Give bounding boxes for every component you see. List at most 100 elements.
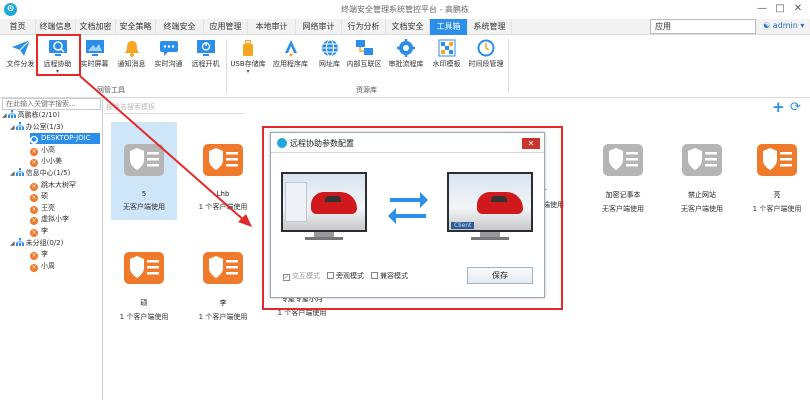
- sidebar: ◢高鹏栋(2/10)◢办公室(1/3)●DESKTOP-JOIC×小高×小小美◢…: [0, 98, 103, 400]
- offline-icon: ×: [30, 229, 38, 237]
- app-library-button[interactable]: 应用程序库: [269, 37, 312, 79]
- watermark-template-button[interactable]: 水印模板: [428, 37, 465, 79]
- ribbon-group-network-tools: 网管工具: [97, 86, 125, 94]
- offline-icon: ×: [30, 217, 38, 226]
- ribbon-label: 水印模板: [432, 60, 461, 68]
- tab-toolbox[interactable]: 工具箱: [430, 19, 468, 35]
- add-template-button[interactable]: +: [772, 100, 785, 115]
- template-card[interactable]: 李 1 个客户端使用: [190, 230, 256, 328]
- time-period-button[interactable]: 时间段管理: [466, 37, 506, 79]
- ribbon-label: 实时屏幕: [80, 60, 109, 68]
- window-title: 终端安全管理系统管控平台 - 高鹏栋: [341, 5, 469, 14]
- tab-doc-security[interactable]: 文档安全: [386, 19, 430, 35]
- tree-item[interactable]: × 小小美: [30, 156, 62, 168]
- tree-item-label: 王亮: [41, 203, 55, 212]
- refresh-button[interactable]: ⟳: [790, 101, 801, 114]
- ribbon-label: 网址库: [319, 60, 340, 68]
- remote-power-button[interactable]: 远程开机: [187, 37, 224, 79]
- tree-item-label: 小小美: [41, 157, 62, 166]
- tree-item[interactable]: × 虚拟小李: [30, 214, 69, 226]
- minimize-button[interactable]: —: [754, 2, 770, 16]
- card-title: 亮: [773, 191, 781, 199]
- tree-item-label: 硕: [41, 192, 48, 201]
- policy-template-icon: [603, 144, 643, 176]
- tree-item[interactable]: × 李: [30, 249, 48, 261]
- network-icon: [356, 40, 373, 55]
- ribbon-label: 文件分发: [6, 60, 35, 68]
- ribbon-separator: [508, 39, 509, 93]
- clock-icon: [477, 39, 495, 57]
- usb-library-button[interactable]: USB存储库 ▾: [228, 37, 268, 79]
- policy-template-icon: [757, 144, 797, 176]
- tree-toggle-icon[interactable]: ◢: [10, 170, 15, 177]
- screen-icon: [85, 40, 104, 56]
- tree-item[interactable]: × 小周: [30, 261, 55, 272]
- tree-item-label: 虚拟小李: [41, 215, 69, 224]
- tab-behavior-analysis[interactable]: 行为分析: [342, 19, 386, 35]
- offline-icon: ×: [30, 194, 38, 203]
- tab-terminal-security[interactable]: 终端安全: [156, 19, 204, 35]
- global-search-input[interactable]: [650, 19, 756, 34]
- realtime-chat-button[interactable]: 实时沟通: [150, 37, 187, 79]
- template-card[interactable]: 加密记事本 无客户端使用: [590, 122, 656, 220]
- template-search-input[interactable]: 按姓名搜索模板: [104, 102, 244, 114]
- power-icon: [196, 40, 215, 56]
- offline-icon: ×: [30, 159, 38, 168]
- annotation-highlight-ribbon: [36, 34, 81, 76]
- tree-item[interactable]: × 跳木大树罕: [30, 180, 76, 191]
- policy-template-icon: [203, 252, 243, 284]
- tab-system-management[interactable]: 系统管理: [468, 19, 512, 35]
- approval-library-button[interactable]: 审批流程库: [386, 37, 426, 79]
- internal-network-button[interactable]: 内部互联区: [344, 37, 384, 79]
- tree-item[interactable]: × 硕: [30, 191, 48, 203]
- tree-item-label: 李: [41, 227, 48, 235]
- tree-item[interactable]: × 小高: [30, 145, 55, 156]
- file-distribute-button[interactable]: 文件分发: [2, 37, 39, 79]
- maximize-button[interactable]: □: [772, 2, 788, 16]
- tree-item[interactable]: ◢ 高鹏栋(2/10): [2, 110, 60, 121]
- template-card[interactable]: 硕 1 个客户端使用: [111, 230, 177, 328]
- template-card[interactable]: Lhb 1 个客户端使用: [190, 122, 256, 220]
- tree-item-label: 小高: [41, 145, 55, 154]
- card-status: 无客户端使用: [123, 203, 165, 211]
- tab-security-policy[interactable]: 安全策略: [116, 19, 156, 35]
- chevron-down-icon: ▾: [800, 21, 805, 30]
- tree-item[interactable]: × 李: [30, 226, 48, 237]
- paper-plane-icon: [11, 39, 30, 56]
- template-card[interactable]: 5 无客户端使用: [111, 122, 177, 220]
- card-title: 禁止网站: [688, 191, 716, 199]
- offline-icon: ×: [30, 182, 38, 191]
- tree-toggle-icon[interactable]: ◢: [2, 112, 7, 119]
- globe-icon: [321, 39, 338, 57]
- close-window-button[interactable]: ✕: [790, 2, 806, 16]
- card-status: 无客户端使用: [602, 205, 644, 213]
- tab-local-audit[interactable]: 本地审计: [248, 19, 296, 35]
- card-status: 1 个客户端使用: [198, 313, 248, 321]
- realtime-screen-button[interactable]: 实时屏幕: [76, 37, 113, 79]
- tree-item[interactable]: × 王亮: [30, 203, 55, 214]
- card-title: 5: [141, 190, 147, 198]
- tree-item[interactable]: ◢ 办公室(1/3): [10, 121, 63, 133]
- url-library-button[interactable]: 网址库: [311, 37, 348, 79]
- ribbon-label: 审批流程库: [388, 60, 424, 68]
- tree-item[interactable]: ◢ 未分组(0/2): [10, 237, 63, 249]
- template-card[interactable]: 禁止网站 无客户端使用: [669, 122, 735, 220]
- ribbon-label: 实时沟通: [154, 60, 183, 68]
- template-card[interactable]: 亮 1 个客户端使用: [744, 122, 810, 220]
- sidebar-search-input[interactable]: [2, 98, 101, 110]
- tree-toggle-icon[interactable]: ◢: [10, 240, 15, 247]
- tab-network-audit[interactable]: 网络审计: [296, 19, 342, 35]
- dropdown-arrow-icon: ▾: [246, 68, 250, 75]
- tree-item[interactable]: ● DESKTOP-JOIC: [30, 133, 100, 145]
- annotation-highlight-dialog: [262, 126, 563, 310]
- tab-doc-encrypt[interactable]: 文档加密: [76, 19, 116, 35]
- tree-item-label: 小周: [41, 261, 55, 270]
- ribbon-group-resource-library: 资源库: [356, 86, 377, 94]
- tree-toggle-icon[interactable]: ◢: [10, 124, 15, 131]
- tab-terminal-info[interactable]: 终端信息: [36, 19, 76, 35]
- tab-app-management[interactable]: 应用管理: [204, 19, 248, 35]
- user-menu[interactable]: ☯ admin ▾: [763, 21, 804, 30]
- notification-button[interactable]: 通知消息: [113, 37, 150, 79]
- tab-home[interactable]: 首页: [0, 19, 36, 35]
- tree-item[interactable]: ◢ 信息中心(1/5): [10, 168, 70, 179]
